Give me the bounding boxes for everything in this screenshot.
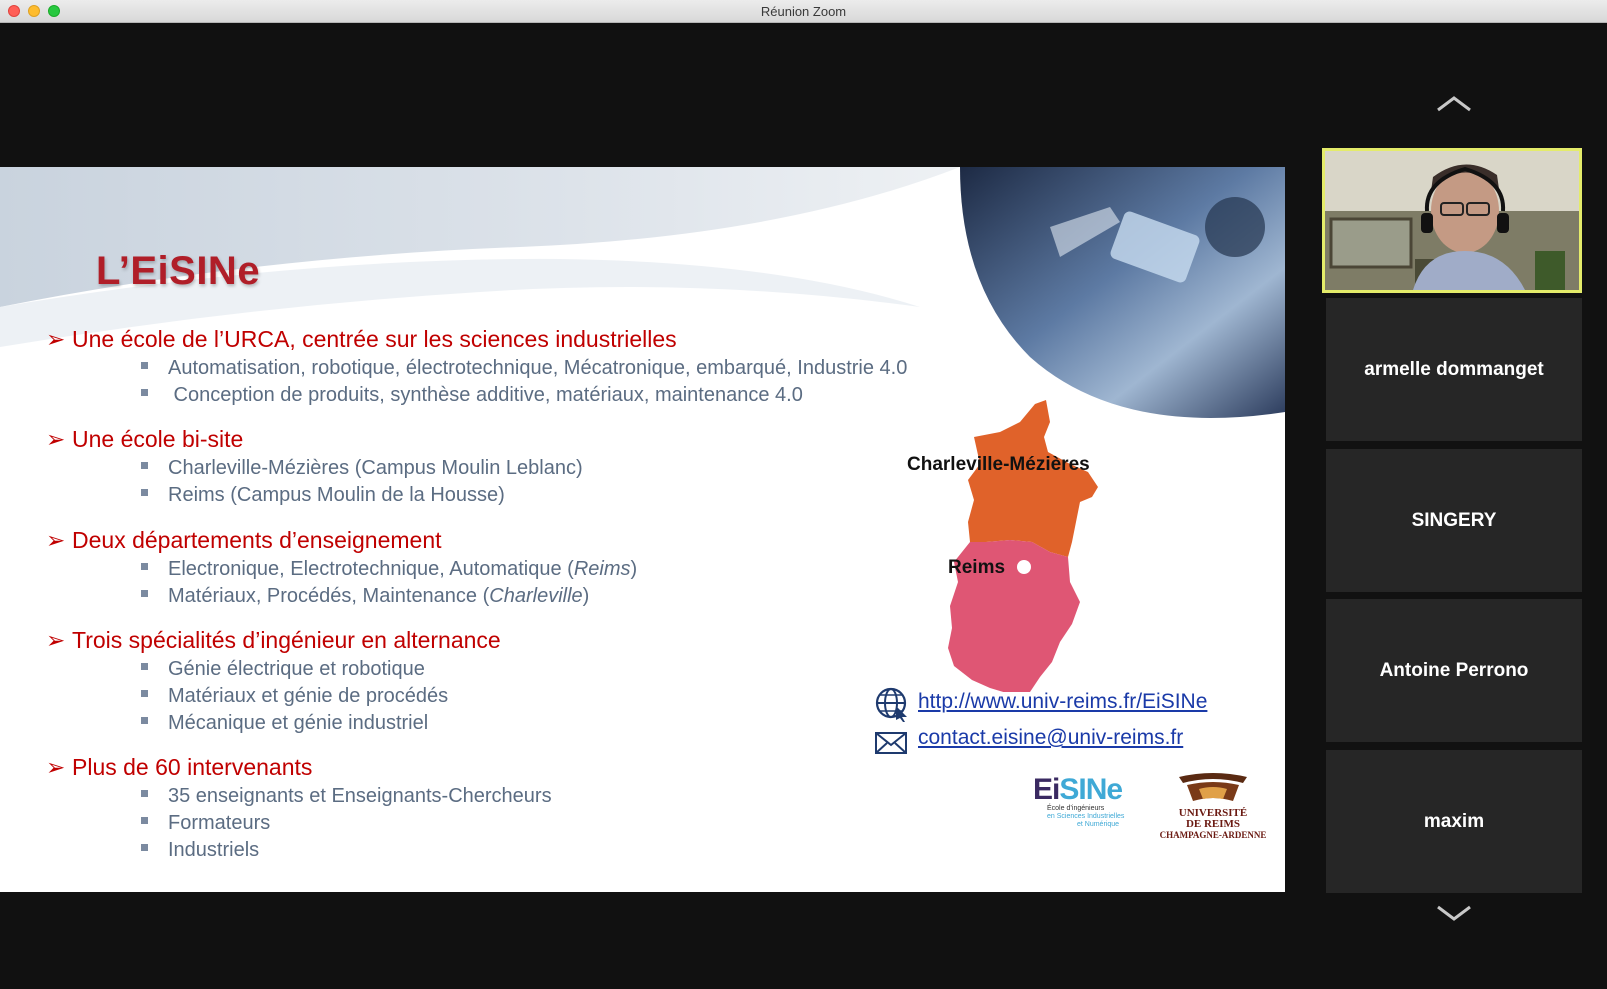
square-bullet-icon — [141, 489, 148, 497]
university-emblem-icon — [1179, 773, 1247, 801]
email-row: contact.eisine@univ-reims.fr — [874, 726, 1183, 754]
participant-tile[interactable]: Antoine Perrono — [1326, 599, 1582, 742]
list-item: Automatisation, robotique, électrotechni… — [141, 357, 907, 380]
envelope-icon — [875, 732, 907, 754]
globe-icon — [875, 687, 907, 722]
list-item: Industriels — [141, 839, 259, 862]
scroll-up-chevron-icon[interactable] — [1434, 94, 1474, 114]
painting-frame — [1329, 217, 1413, 269]
participant-name: armelle dommanget — [1364, 358, 1544, 380]
square-bullet-icon — [141, 844, 148, 852]
list-item: Reims (Campus Moulin de la Housse) — [141, 484, 505, 507]
square-bullet-icon — [141, 389, 148, 397]
urca-logo: UNIVERSITÉ DE REIMS CHAMPAGNE-ARDENNE — [1152, 771, 1274, 841]
list-item: Formateurs — [141, 812, 270, 835]
section-heading: ➢ Une école bi-site — [46, 426, 244, 452]
participant-tile[interactable]: SINGERY — [1326, 449, 1582, 592]
participant-tile[interactable]: maxim — [1326, 750, 1582, 893]
square-bullet-icon — [141, 663, 148, 671]
arrow-bullet-icon: ➢ — [46, 326, 66, 352]
map-label-charleville: Charleville-Mézières — [907, 454, 1090, 475]
shared-slide: L’EiSINe ➢ Une école de l’URCA, centrée s… — [0, 167, 1285, 892]
participant-name: Antoine Perrono — [1379, 659, 1529, 681]
active-speaker-video[interactable] — [1322, 148, 1582, 293]
list-item: Electronique, Electrotechnique, Automati… — [141, 558, 637, 581]
slide-title: L’EiSINe — [96, 249, 261, 293]
map-region-north — [968, 400, 1098, 557]
section-heading: ➢ Deux départements d’enseignement — [46, 527, 442, 553]
list-item: Mécanique et génie industriel — [141, 712, 428, 735]
list-item: 35 enseignants et Enseignants-Chercheurs — [141, 785, 552, 808]
arrow-bullet-icon: ➢ — [46, 627, 66, 653]
eisine-logo: EiSINe École d’ingénieurs en Sciences In… — [1033, 773, 1125, 829]
section-heading: ➢ Trois spécialités d’ingénieur en altern… — [46, 627, 501, 653]
list-item: Génie électrique et robotique — [141, 658, 425, 681]
charleville-marker — [1103, 465, 1117, 479]
square-bullet-icon — [141, 817, 148, 825]
square-bullet-icon — [141, 590, 148, 598]
section-heading: ➢ Une école de l’URCA, centrée sur les sc… — [46, 326, 677, 352]
website-row: http://www.univ-reims.fr/EiSINe — [874, 687, 1207, 722]
square-bullet-icon — [141, 362, 148, 370]
section-heading: ➢ Plus de 60 intervenants — [46, 754, 313, 780]
square-bullet-icon — [141, 462, 148, 470]
list-item: Conception de produits, synthèse additiv… — [141, 384, 803, 407]
webcam-feed — [1325, 151, 1579, 290]
reims-marker — [1017, 560, 1031, 574]
window-title: Réunion Zoom — [760, 4, 847, 19]
participant-name: maxim — [1423, 810, 1485, 832]
square-bullet-icon — [141, 563, 148, 571]
square-bullet-icon — [141, 717, 148, 725]
meeting-stage: L’EiSINe ➢ Une école de l’URCA, centrée s… — [0, 23, 1607, 989]
participant-name: SINGERY — [1411, 509, 1497, 531]
square-bullet-icon — [141, 690, 148, 698]
list-item: Matériaux, Procédés, Maintenance (Charle… — [141, 585, 589, 608]
map-label-reims: Reims — [948, 557, 1006, 578]
list-item: Charleville-Mézières (Campus Moulin Lebl… — [141, 457, 583, 480]
scroll-down-chevron-icon[interactable] — [1434, 903, 1474, 923]
square-bullet-icon — [141, 790, 148, 798]
email-link[interactable]: contact.eisine@univ-reims.fr — [918, 726, 1183, 749]
arrow-bullet-icon: ➢ — [46, 426, 66, 452]
arrow-bullet-icon: ➢ — [46, 527, 66, 553]
participant-tile[interactable]: armelle dommanget — [1326, 298, 1582, 441]
region-map — [948, 400, 1117, 692]
window-titlebar: Réunion Zoom — [0, 0, 1607, 23]
website-link[interactable]: http://www.univ-reims.fr/EiSINe — [918, 690, 1207, 713]
list-item: Matériaux et génie de procédés — [141, 685, 448, 708]
arrow-bullet-icon: ➢ — [46, 754, 66, 780]
